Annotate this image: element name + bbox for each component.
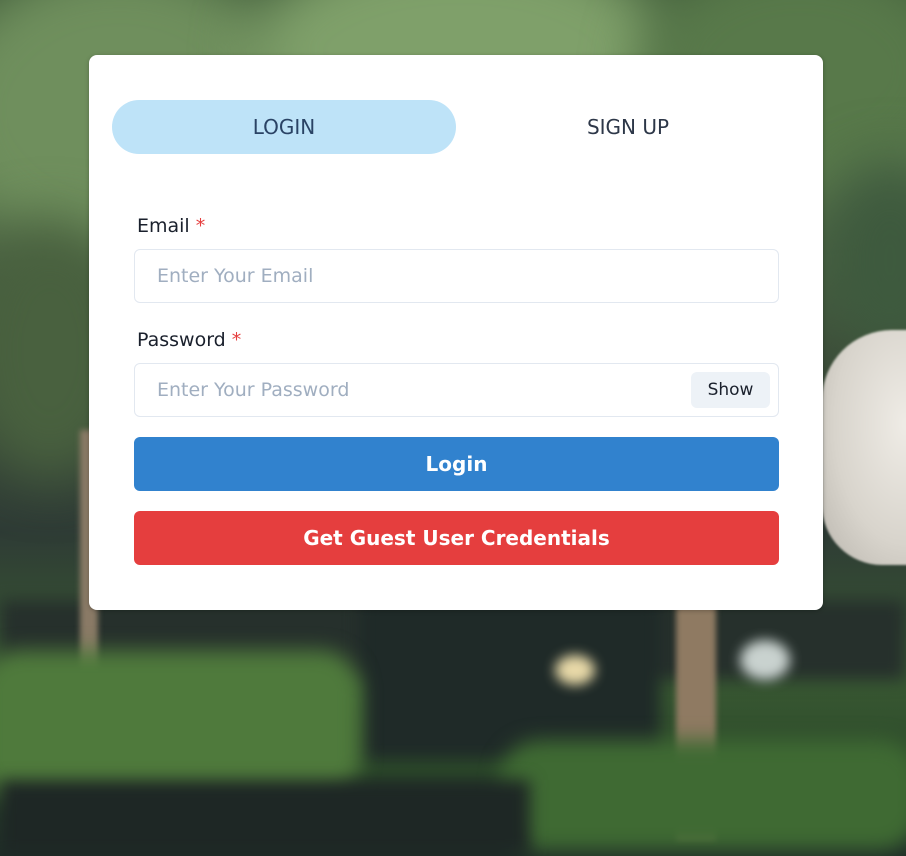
password-required-mark: * [231, 329, 242, 351]
tab-login[interactable]: LOGIN [112, 100, 456, 154]
login-button[interactable]: Login [134, 437, 779, 491]
email-required-mark: * [195, 215, 206, 237]
password-label: Password * [137, 329, 241, 351]
email-field[interactable] [135, 250, 778, 302]
person-hat-blur [822, 330, 906, 565]
email-field-wrapper [134, 249, 779, 303]
password-field[interactable] [135, 364, 778, 416]
email-label-text: Email [137, 215, 190, 237]
show-password-button[interactable]: Show [691, 372, 770, 408]
password-label-text: Password [137, 329, 226, 351]
guest-credentials-button[interactable]: Get Guest User Credentials [134, 511, 779, 565]
email-label: Email * [137, 215, 205, 237]
auth-tabs: LOGIN SIGN UP [112, 100, 800, 154]
password-field-wrapper: Show [134, 363, 779, 417]
auth-card: LOGIN SIGN UP Email * Password * Show Lo… [89, 55, 823, 610]
tab-signup[interactable]: SIGN UP [456, 100, 800, 154]
